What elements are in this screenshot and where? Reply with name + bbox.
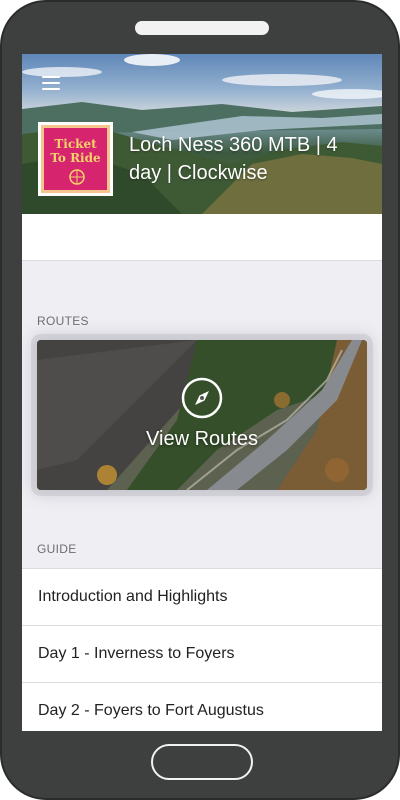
guide-item-day-2[interactable]: Day 2 - Foyers to Fort Augustus bbox=[22, 683, 382, 731]
ticket-to-ride-logo: Ticket To Ride bbox=[38, 122, 113, 196]
app-screen: Ticket To Ride Loch Ness 360 MTB | 4 day… bbox=[22, 54, 382, 731]
speaker-slot bbox=[135, 21, 269, 35]
logo-text-line1: Ticket bbox=[54, 137, 97, 151]
guide-item-introduction[interactable]: Introduction and Highlights bbox=[22, 569, 382, 626]
phone-frame: Ticket To Ride Loch Ness 360 MTB | 4 day… bbox=[0, 0, 400, 800]
page-title: Loch Ness 360 MTB | 4 day | Clockwise bbox=[129, 134, 338, 184]
logo-text-line2: To Ride bbox=[50, 151, 101, 165]
header-banner: Ticket To Ride Loch Ness 360 MTB | 4 day… bbox=[22, 54, 382, 214]
guide-list: Introduction and Highlights Day 1 - Inve… bbox=[22, 568, 382, 731]
home-button[interactable] bbox=[151, 744, 253, 780]
guide-item-day-1[interactable]: Day 1 - Inverness to Foyers bbox=[22, 626, 382, 683]
compass-icon bbox=[181, 377, 223, 419]
view-routes-card[interactable]: View Routes bbox=[37, 340, 367, 490]
header-spacer-band bbox=[22, 214, 382, 261]
hamburger-menu-icon[interactable] bbox=[42, 76, 60, 90]
bike-wheel-icon bbox=[69, 169, 85, 185]
guide-section-label: GUIDE bbox=[37, 542, 77, 556]
view-routes-label: View Routes bbox=[146, 428, 258, 450]
routes-section-label: ROUTES bbox=[37, 314, 89, 328]
